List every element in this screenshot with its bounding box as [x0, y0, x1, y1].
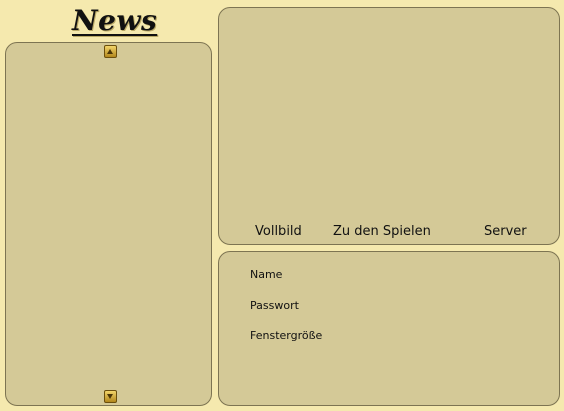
fullscreen-button[interactable]: Vollbild: [255, 224, 302, 239]
window-size-label: Fenstergröße: [250, 329, 323, 342]
scroll-up-button[interactable]: [104, 45, 117, 58]
scroll-down-button[interactable]: [104, 390, 117, 403]
password-label: Passwort: [250, 299, 299, 312]
triangle-down-icon: [107, 394, 113, 399]
games-button[interactable]: Zu den Spielen: [333, 224, 431, 239]
game-view-panel: Vollbild Zu den Spielen Server: [218, 7, 560, 245]
triangle-up-icon: [107, 48, 113, 54]
server-button[interactable]: Server: [484, 224, 527, 239]
login-panel: Name Passwort Fenstergröße: [218, 251, 560, 406]
news-panel: [5, 42, 212, 406]
name-label: Name: [250, 268, 283, 281]
news-title: News: [72, 4, 158, 37]
